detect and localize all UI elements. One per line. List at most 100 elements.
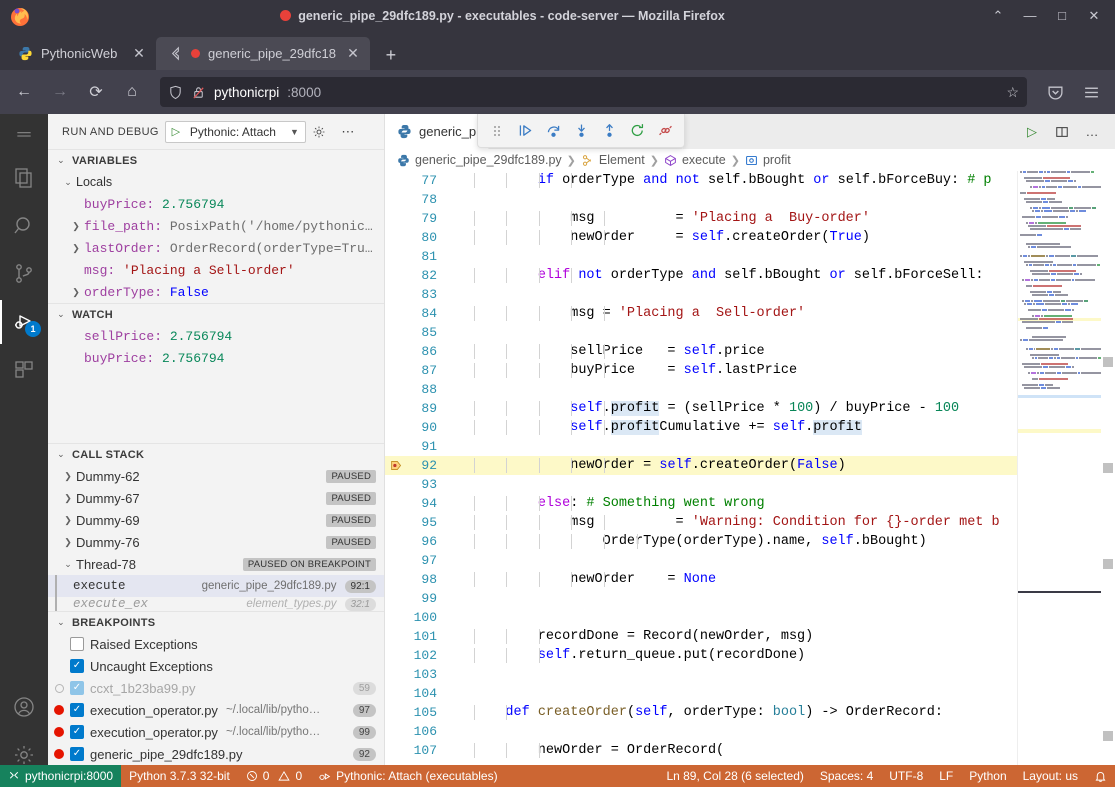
reload-button[interactable]: ⟳ <box>80 76 112 108</box>
step-into-icon[interactable] <box>568 116 594 146</box>
code-line[interactable]: 99 <box>385 589 1115 608</box>
breakpoint-row[interactable]: generic_pipe_29dfc189.py 92 <box>48 743 384 765</box>
call-stack-thread[interactable]: ❯ Dummy-67 PAUSED <box>48 487 384 509</box>
status-debug-session[interactable]: Pythonic: Attach (executables) <box>310 765 505 787</box>
breadcrumb-item-property[interactable]: profit <box>745 153 791 167</box>
breakpoint-row[interactable]: Raised Exceptions <box>48 633 384 655</box>
code-line[interactable]: 105 def createOrder(self, orderType: boo… <box>385 703 1115 722</box>
call-stack-frame[interactable]: execute_ex element_types.py 32:1 <box>48 597 384 611</box>
step-out-icon[interactable] <box>596 116 622 146</box>
breakpoint-checkbox[interactable] <box>70 659 84 673</box>
home-button[interactable]: ⌂ <box>116 76 148 108</box>
breakpoint-checkbox[interactable] <box>70 725 84 739</box>
section-breakpoints[interactable]: ⌄ BREAKPOINTS <box>48 611 384 633</box>
variables-scope-locals[interactable]: ⌄ Locals <box>48 171 384 193</box>
code-line[interactable]: 78 <box>385 190 1115 209</box>
line-content[interactable]: self.return_queue.put(recordDone) <box>447 648 1115 663</box>
minimize-button[interactable]: — <box>1015 1 1045 31</box>
code-line[interactable]: 85 <box>385 323 1115 342</box>
line-content[interactable]: newOrder = self.createOrder(True) <box>447 230 1115 245</box>
section-variables[interactable]: ⌄ VARIABLES <box>48 149 384 171</box>
code-line[interactable]: 83 <box>385 285 1115 304</box>
breakpoint-checkbox[interactable] <box>70 703 84 717</box>
breakpoint-row[interactable]: execution_operator.py ~/.local/lib/pytho… <box>48 699 384 721</box>
code-line[interactable]: 101 recordDone = Record(newOrder, msg) <box>385 627 1115 646</box>
code-line[interactable]: 84 msg = 'Placing a Sell-order' <box>385 304 1115 323</box>
close-tab-icon[interactable]: ✕ <box>344 45 362 62</box>
status-encoding[interactable]: UTF-8 <box>881 765 931 787</box>
call-stack-thread[interactable]: ❯ Dummy-69 PAUSED <box>48 509 384 531</box>
status-language-mode[interactable]: Python <box>961 765 1014 787</box>
code-line[interactable]: 107 newOrder = OrderRecord( <box>385 741 1115 760</box>
line-content[interactable]: newOrder = OrderRecord( <box>447 743 1115 758</box>
shield-icon[interactable] <box>168 85 183 100</box>
breakpoint-row[interactable]: ccxt_1b23ba99.py 59 <box>48 677 384 699</box>
code-line[interactable]: 91 <box>385 437 1115 456</box>
debug-current-line-icon[interactable] <box>385 459 407 472</box>
close-button[interactable]: ✕ <box>1079 1 1109 31</box>
line-content[interactable]: buyPrice = self.lastPrice <box>447 363 1115 378</box>
line-content[interactable]: msg = 'Warning: Condition for {}-order m… <box>447 515 1115 530</box>
line-content[interactable]: OrderType(orderType).name, self.bBought) <box>447 534 1115 549</box>
breadcrumb-item-class[interactable]: Element <box>581 153 645 167</box>
views-and-more-actions-icon[interactable]: ⋯ <box>338 124 358 140</box>
code-line[interactable]: 98 newOrder = None <box>385 570 1115 589</box>
code-line[interactable]: 79 msg = 'Placing a Buy-order' <box>385 209 1115 228</box>
code-line[interactable]: 81 <box>385 247 1115 266</box>
run-python-file-icon[interactable]: ▷ <box>1019 118 1045 146</box>
breakpoint-checkbox[interactable] <box>70 681 84 695</box>
step-over-icon[interactable] <box>540 116 566 146</box>
code-line[interactable]: 86 sellPrice = self.price <box>385 342 1115 361</box>
back-button[interactable]: ← <box>8 76 40 108</box>
variable-row[interactable]: ❯ orderType: False <box>48 281 384 303</box>
chevron-right-icon[interactable]: ❯ <box>68 243 84 254</box>
line-content[interactable]: newOrder = None <box>447 572 1115 587</box>
code-line[interactable]: 95 msg = 'Warning: Condition for {}-orde… <box>385 513 1115 532</box>
editor-vertical-scrollbar[interactable] <box>1101 171 1115 787</box>
notifications-bell-icon[interactable] <box>1086 765 1115 787</box>
browser-tab-pythonicweb[interactable]: PythonicWeb ✕ <box>6 37 156 70</box>
variable-row[interactable]: ❯ lastOrder: OrderRecord(orderType=Tru… <box>48 237 384 259</box>
status-keyboard-layout[interactable]: Layout: us <box>1015 765 1086 787</box>
star-icon[interactable]: ☆ <box>1006 84 1019 101</box>
code-line[interactable]: 103 <box>385 665 1115 684</box>
section-watch[interactable]: ⌄ WATCH <box>48 303 384 325</box>
chevron-right-icon[interactable]: ❯ <box>60 471 76 482</box>
line-content[interactable]: else: # Something went wrong <box>447 496 1115 511</box>
disconnect-icon[interactable] <box>652 116 678 146</box>
run-and-debug-icon[interactable]: 1 <box>0 298 48 346</box>
chevron-right-icon[interactable]: ❯ <box>68 287 84 298</box>
status-problems[interactable]: 0 0 <box>238 765 310 787</box>
open-launch-json-icon[interactable] <box>312 125 332 139</box>
menu-icon[interactable] <box>0 118 48 154</box>
line-content[interactable]: if orderType and not self.bBought or sel… <box>447 173 1115 188</box>
source-control-icon[interactable] <box>0 250 48 298</box>
line-content[interactable]: newOrder = self.createOrder(False) <box>447 458 1115 473</box>
hamburger-menu-icon[interactable] <box>1075 76 1107 108</box>
watch-row[interactable]: sellPrice: 2.756794 <box>48 325 384 347</box>
breakpoint-checkbox[interactable] <box>70 637 84 651</box>
code-line[interactable]: 77 if orderType and not self.bBought or … <box>385 171 1115 190</box>
search-icon[interactable] <box>0 202 48 250</box>
code-line[interactable]: 93 <box>385 475 1115 494</box>
line-content[interactable]: self.profit = (sellPrice * 100) / buyPri… <box>447 401 1115 416</box>
new-tab-button[interactable]: + <box>376 40 406 70</box>
line-content[interactable]: msg = 'Placing a Buy-order' <box>447 211 1115 226</box>
line-content[interactable]: sellPrice = self.price <box>447 344 1115 359</box>
code-line[interactable]: 89 self.profit = (sellPrice * 100) / buy… <box>385 399 1115 418</box>
pocket-icon[interactable] <box>1039 76 1071 108</box>
variable-row[interactable]: ❯ file_path: PosixPath('/home/pythonic… <box>48 215 384 237</box>
breakpoint-row[interactable]: execution_operator.py ~/.local/lib/pytho… <box>48 721 384 743</box>
code-lines[interactable]: 77 if orderType and not self.bBought or … <box>385 171 1115 787</box>
lock-crossed-icon[interactable] <box>191 85 206 100</box>
launch-configuration-selector[interactable]: ▷ Pythonic: Attach ▼ <box>165 121 306 143</box>
code-line[interactable]: 94 else: # Something went wrong <box>385 494 1115 513</box>
explorer-icon[interactable] <box>0 154 48 202</box>
breadcrumb-item-method[interactable]: execute <box>664 153 726 167</box>
address-bar[interactable]: pythonicrpi:8000 ☆ <box>160 77 1027 107</box>
code-line[interactable]: 80 newOrder = self.createOrder(True) <box>385 228 1115 247</box>
restart-icon[interactable] <box>624 116 650 146</box>
code-line[interactable]: 106 <box>385 722 1115 741</box>
more-actions-icon[interactable]: … <box>1079 118 1105 146</box>
status-python-version[interactable]: Python 3.7.3 32-bit <box>121 765 238 787</box>
